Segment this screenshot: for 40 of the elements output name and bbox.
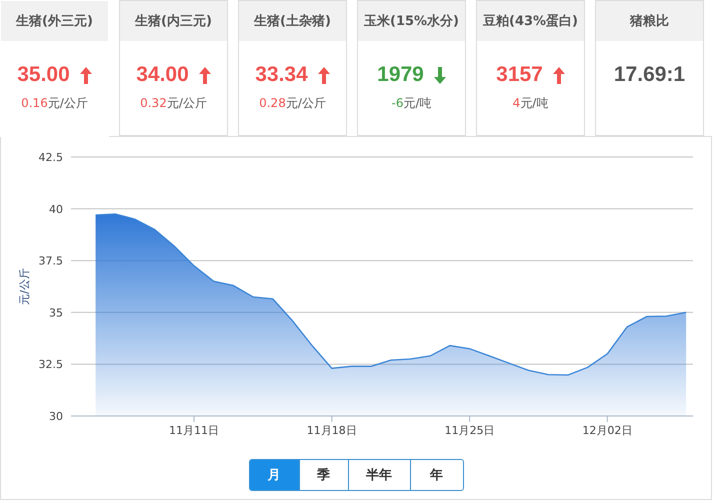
up-arrow-icon — [80, 66, 92, 84]
price-card[interactable]: 猪粮比 17.69:1 — [595, 0, 704, 136]
card-title: 猪粮比 — [596, 1, 703, 41]
range-tab[interactable]: 年 — [410, 460, 462, 490]
price-value: 17.69:1 — [614, 63, 686, 87]
price-value: 35.00 — [17, 63, 70, 87]
price-change: -6元/吨 — [391, 95, 432, 112]
card-title: 豆粕(43%蛋白) — [477, 1, 584, 41]
y-axis-label: 37.5 — [38, 254, 63, 268]
price-change: 0.28元/公斤 — [259, 95, 326, 112]
x-axis-label: 11月25日 — [444, 424, 495, 437]
card-title: 生猪(土杂猪) — [239, 1, 346, 41]
price-value: 34.00 — [136, 63, 189, 87]
card-title: 生猪(外三元) — [1, 1, 108, 41]
price-card[interactable]: 生猪(外三元) 35.00 0.16元/公斤 — [0, 0, 109, 137]
up-arrow-icon — [552, 66, 565, 84]
x-axis-label: 11月18日 — [306, 424, 357, 437]
price-card[interactable]: 生猪(内三元) 34.00 0.32元/公斤 — [119, 0, 228, 136]
card-title: 玉米(15%水分) — [358, 1, 465, 41]
price-change: 0.16元/公斤 — [21, 95, 88, 112]
y-axis-label: 32.5 — [38, 358, 63, 372]
down-arrow-icon — [434, 66, 446, 84]
card-title: 生猪(内三元) — [120, 1, 227, 41]
y-axis-label: 30 — [49, 410, 63, 423]
price-card[interactable]: 玉米(15%水分) 1979 -6元/吨 — [357, 0, 466, 136]
x-axis-label: 11月11日 — [169, 424, 220, 437]
price-value: 33.34 — [255, 63, 308, 87]
price-change: 4元/吨 — [512, 95, 548, 112]
price-value: 1979 — [377, 63, 424, 87]
price-value: 3157 — [496, 63, 543, 87]
y-axis-title: 元/公斤 — [18, 268, 31, 305]
y-axis-label: 35 — [49, 306, 63, 320]
price-card[interactable]: 豆粕(43%蛋白) 3157 4元/吨 — [476, 0, 585, 136]
price-card[interactable]: 生猪(土杂猪) 33.34 0.28元/公斤 — [238, 0, 347, 136]
price-change: 0.32元/公斤 — [140, 95, 207, 112]
up-arrow-icon — [198, 66, 211, 84]
y-axis-label: 40 — [49, 202, 63, 216]
x-axis-label: 12月02日 — [582, 424, 632, 437]
y-axis-label: 42.5 — [38, 151, 63, 164]
up-arrow-icon — [318, 66, 330, 84]
